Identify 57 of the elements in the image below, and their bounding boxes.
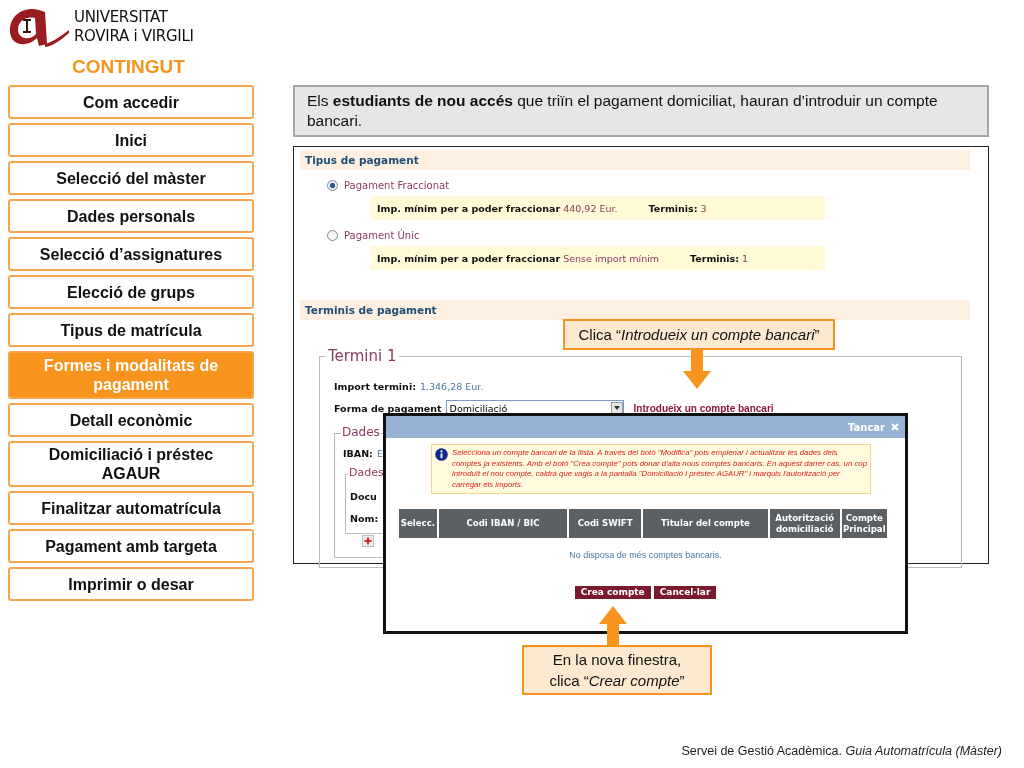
arrow-icon [598, 606, 628, 646]
fieldset-legend: Dades [348, 466, 385, 479]
sidebar-item[interactable]: Dades personals [8, 199, 254, 233]
field-label: IBAN: [343, 447, 373, 459]
empty-message: No disposa de més comptes bancaris. [568, 550, 723, 560]
fieldset-legend: Dades [341, 425, 381, 439]
field-label: Docu [350, 490, 377, 502]
sidebar-item[interactable]: Selecció d’assignatures [8, 237, 254, 271]
add-icon[interactable] [362, 535, 374, 547]
callout-box: Clica “Introdueix un compte bancari” [563, 319, 835, 350]
radio-button[interactable] [327, 180, 338, 191]
sidebar-item[interactable]: Com accedir [8, 85, 254, 119]
field-value: E [376, 447, 383, 459]
sidebar-item[interactable]: Selecció del màster [8, 161, 254, 195]
arrow-icon [682, 349, 712, 389]
close-icon [891, 423, 899, 431]
column-header: Autorització domiciliació [769, 509, 840, 538]
field-label: Forma de pagament [334, 402, 442, 414]
column-header: Titular del compte [643, 509, 768, 538]
footer-text: Servei de Gestió Acadèmica. Guia Automatrícula (Màster) [681, 744, 1002, 758]
field-value: Sense import mínim [563, 252, 660, 264]
option-label: Pagament Únic [344, 230, 420, 241]
column-header: Codi SWIFT [569, 509, 642, 538]
sidebar-item[interactable]: Finalitzar automatrícula [8, 491, 254, 525]
field-label: Nom: [350, 512, 379, 524]
field-value: 1.346,28 Eur. [419, 380, 484, 392]
option-label: Pagament Fraccionat [344, 180, 450, 191]
section-header: Tipus de pagament [300, 150, 970, 170]
column-header: Codi IBAN / BIC [438, 509, 568, 538]
section-title: CONTINGUT [72, 56, 185, 78]
create-account-button[interactable]: Crea compte [574, 586, 651, 599]
add-account-link[interactable]: Introdueix un compte bancari [633, 402, 774, 414]
info-icon [435, 448, 448, 461]
field-label: Import termini: [334, 380, 416, 392]
university-name: ROVIRA i VIRGILI [74, 27, 194, 46]
sidebar-item[interactable]: Tipus de matrícula [8, 313, 254, 347]
sidebar-item[interactable]: Detall econòmic [8, 403, 254, 437]
section-header: Terminis de pagament [300, 300, 970, 320]
radio-button[interactable] [327, 230, 338, 241]
field-label: Terminis: [648, 202, 698, 214]
field-value: 3 [700, 202, 707, 214]
sidebar-item[interactable]: Inici [8, 123, 254, 157]
column-header: Compte Principal [841, 509, 887, 538]
column-header: Selecc. [399, 509, 437, 538]
field-label: Imp. mínim per a poder fraccionar [377, 202, 561, 214]
sidebar-item[interactable]: Elecció de grups [8, 275, 254, 309]
field-value: 440,92 Eur. [563, 202, 618, 214]
sidebar-item[interactable]: Pagament amb targeta [8, 529, 254, 563]
field-value: 1 [742, 252, 749, 264]
cancel-button[interactable]: Cancel·lar [653, 586, 717, 599]
callout-box: En la nova finestra, clica “Crear compte” [522, 645, 712, 695]
university-name: UNIVERSITAT [74, 8, 168, 27]
field-label: Terminis: [690, 252, 740, 264]
sidebar-item[interactable]: Imprimir o desar [8, 567, 254, 601]
field-label: Imp. mínim per a poder fraccionar [377, 252, 561, 264]
sidebar-item[interactable]: Domiciliació i préstec AGAUR [8, 441, 254, 487]
intro-text: Els estudiants de nou accés que triïn el pagament domiciliat, hauran d’introduir un compte bancari. [293, 85, 989, 137]
